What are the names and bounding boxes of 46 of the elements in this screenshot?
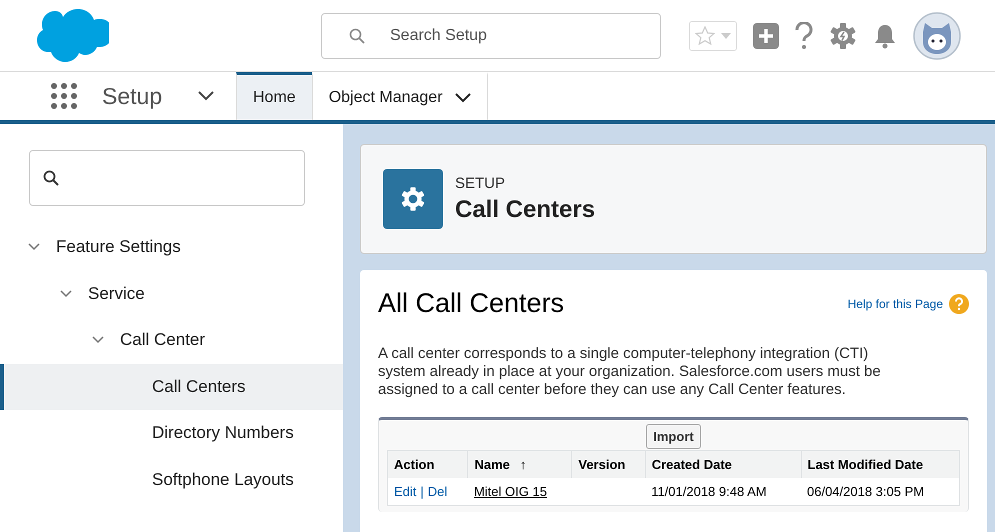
record-link[interactable]: Mitel OIG 15	[474, 484, 547, 499]
nav-tab[interactable]: Home	[236, 72, 312, 120]
app-name: Setup	[102, 82, 164, 110]
column-header[interactable]: Created Date	[645, 450, 801, 478]
avatar-icon[interactable]	[913, 12, 961, 60]
add-icon[interactable]	[753, 22, 779, 48]
help-link[interactable]: Help for this Page	[848, 296, 943, 310]
column-header[interactable]: Last Modified Date	[801, 450, 960, 478]
star-icon	[695, 26, 715, 46]
page-eyebrow: SETUP	[455, 174, 506, 192]
edit-link[interactable]: Edit	[394, 484, 416, 499]
search-field[interactable]: Search Setup	[321, 12, 661, 58]
sort-arrow: ↑	[520, 457, 526, 472]
notification-bell-icon[interactable]	[873, 22, 897, 48]
table-cell: 11/01/2018 9:48 AM	[651, 484, 767, 499]
caret-icon	[721, 32, 731, 38]
separator-text: |	[420, 484, 424, 499]
tree-item[interactable]: Feature Settings	[0, 224, 343, 270]
chevron-down-icon[interactable]	[454, 92, 471, 102]
app-launcher-icon[interactable]	[50, 82, 78, 110]
column-header[interactable]: Action	[388, 450, 468, 478]
chevron-down-icon[interactable]	[198, 91, 214, 101]
nav-tab[interactable]: Object Manager	[312, 72, 488, 120]
search-icon	[349, 28, 365, 44]
page-title: Call Centers	[455, 196, 596, 224]
chevron-icon	[60, 290, 72, 298]
delete-link[interactable]: Del	[428, 484, 448, 499]
chevron-icon	[28, 243, 40, 252]
import-button[interactable]: Import	[646, 424, 701, 449]
help-icon[interactable]	[795, 22, 813, 50]
description-text: A call center corresponds to a single computer-telephony integration (CTI) system already in place at your organization. Salesforce.com users must be assigned to a call center before they can use any Call Center features.	[378, 345, 882, 399]
section-title: All Call Centers	[378, 288, 566, 319]
tree-item[interactable]: Call Center	[0, 317, 343, 364]
tree-item[interactable]: Call Centers	[0, 364, 343, 410]
tree-item[interactable]: Service	[0, 270, 343, 317]
search-icon	[43, 170, 59, 186]
settings-icon	[383, 169, 443, 229]
table-cell: 06/04/2018 3:05 PM	[807, 484, 924, 499]
column-header[interactable]: Name ↑	[468, 450, 572, 478]
tree-item[interactable]: Directory Numbers	[0, 410, 343, 456]
help-icon[interactable]	[949, 294, 969, 314]
chevron-icon	[92, 336, 104, 344]
search-field[interactable]	[29, 150, 305, 206]
tree-item[interactable]: Softphone Layouts	[0, 456, 343, 503]
settings-icon[interactable]	[829, 22, 857, 50]
column-header[interactable]: Version	[572, 450, 646, 478]
